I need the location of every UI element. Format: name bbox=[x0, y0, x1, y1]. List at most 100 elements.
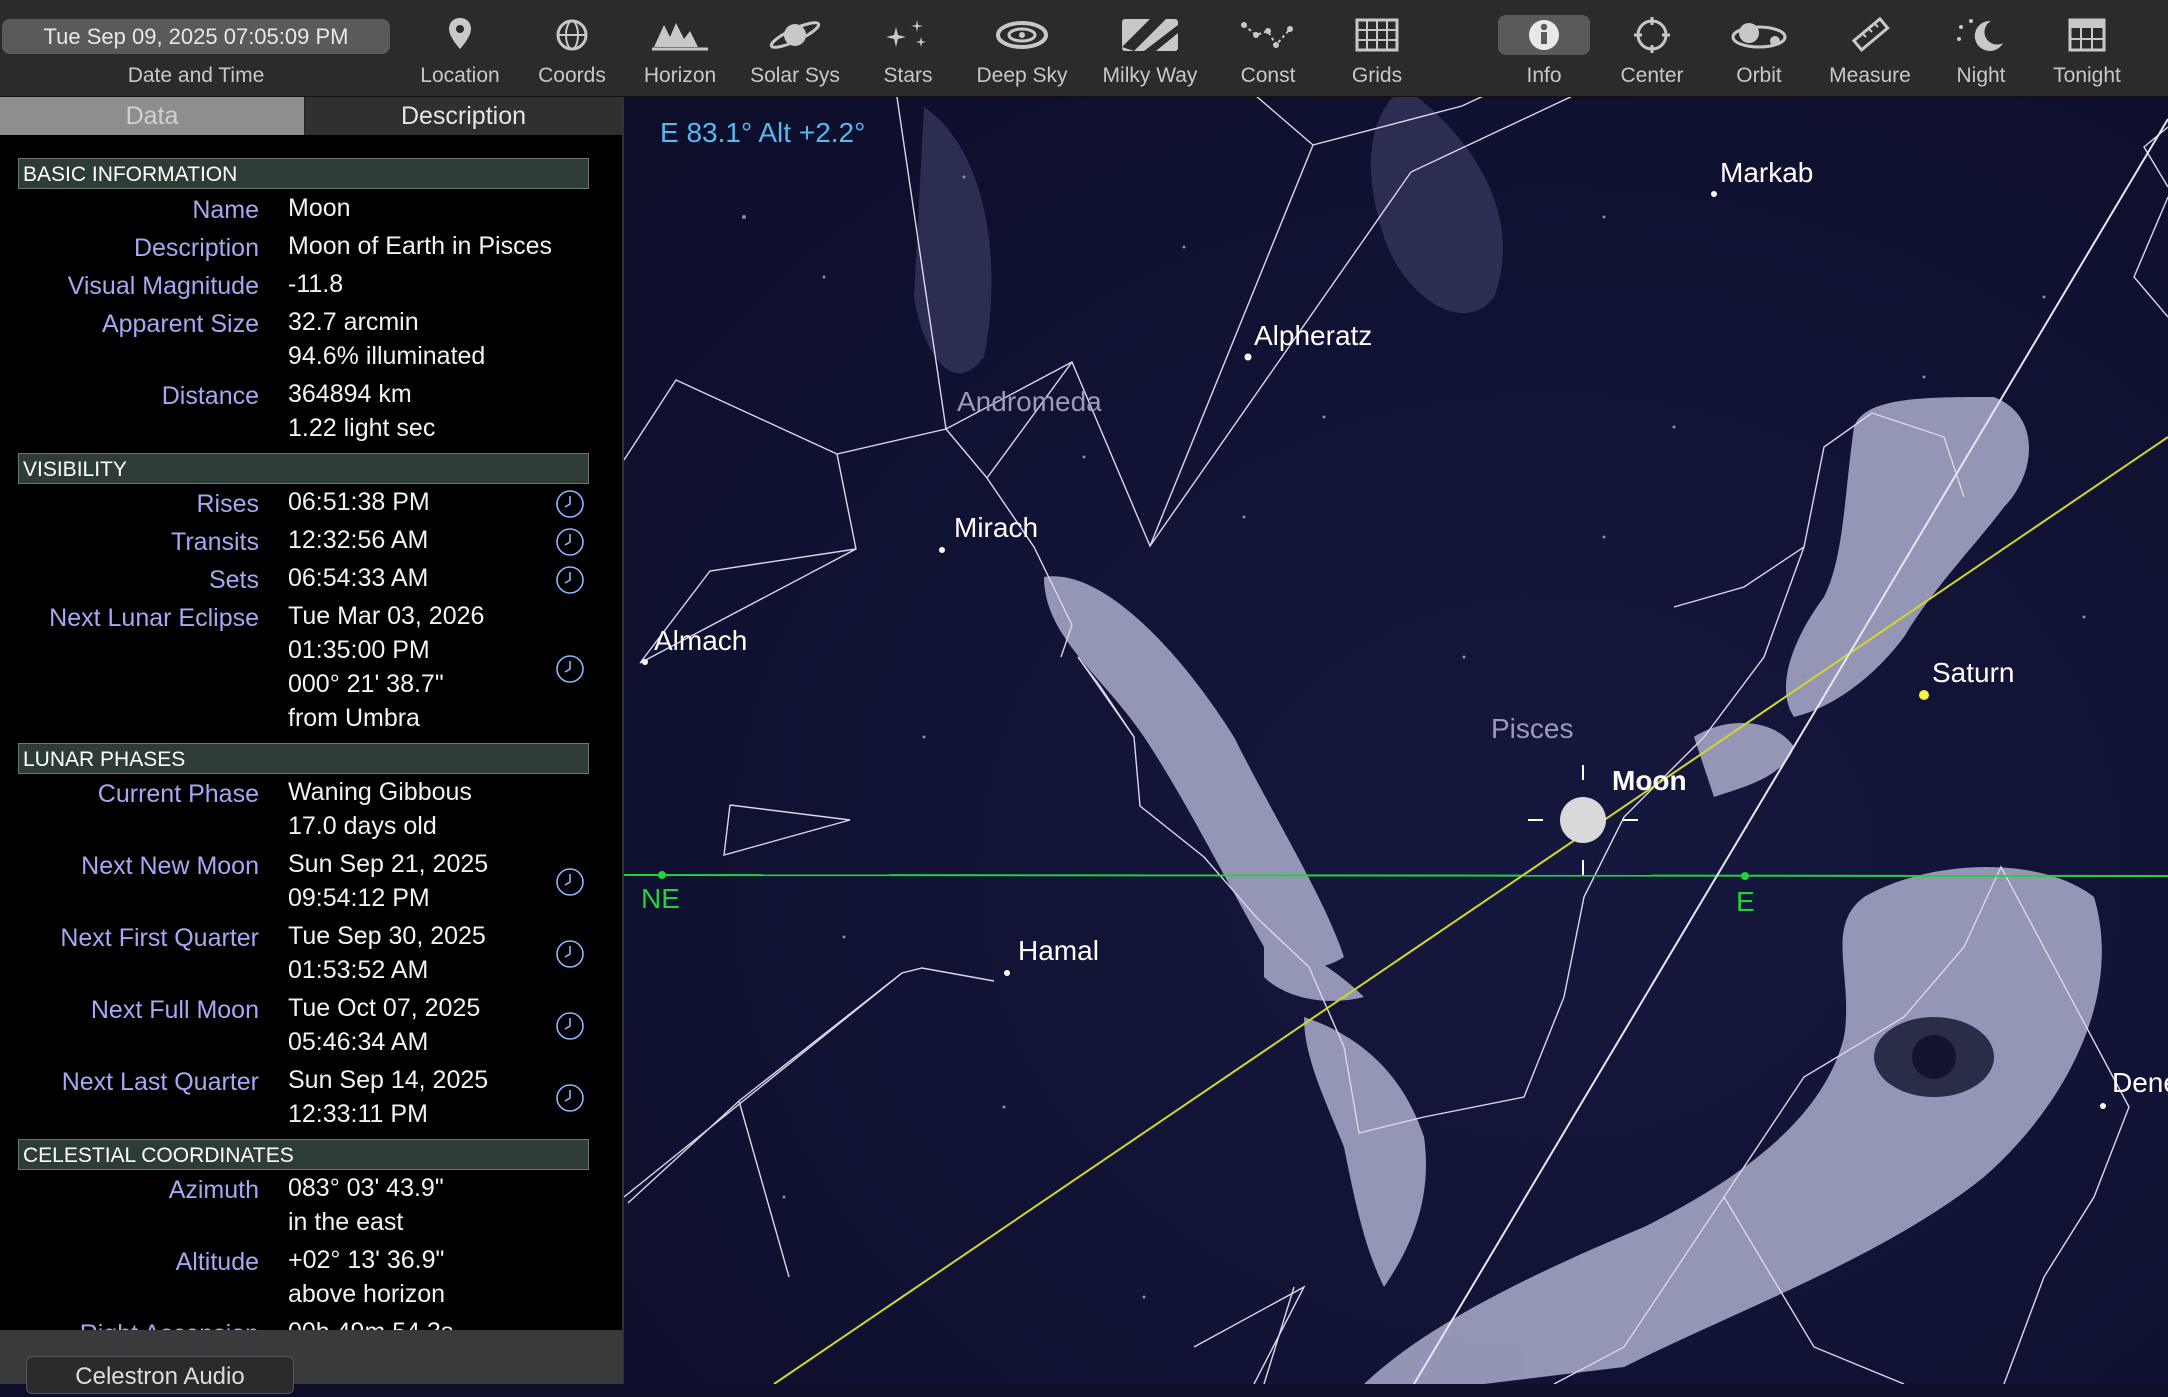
orbit-button[interactable]: Orbit bbox=[1699, 10, 1819, 88]
tab-description[interactable]: Description bbox=[305, 97, 622, 135]
celestron-audio-button[interactable]: Celestron Audio bbox=[26, 1356, 294, 1394]
center-label: Center bbox=[1620, 64, 1684, 87]
grids-label: Grids bbox=[1351, 64, 1403, 87]
coords-label: Coords bbox=[538, 64, 606, 87]
center-icon bbox=[1634, 17, 1670, 53]
star-label-markab[interactable]: Markab bbox=[1720, 157, 1813, 189]
date-time-field[interactable]: Tue Sep 09, 2025 07:05:09 PM bbox=[2, 19, 390, 54]
section-lunar-phases: LUNAR PHASES bbox=[18, 743, 589, 774]
next-first-quarter-time: 01:53:52 AM bbox=[288, 956, 429, 984]
ruler-icon bbox=[1851, 16, 1890, 52]
description-value: Moon of Earth in Pisces bbox=[288, 232, 553, 260]
deep-sky-label: Deep Sky bbox=[976, 64, 1068, 87]
moon-label[interactable]: Moon bbox=[1612, 765, 1687, 797]
transits-label: Transits bbox=[171, 528, 259, 556]
star-label-almach[interactable]: Almach bbox=[654, 625, 747, 657]
rises-label: Rises bbox=[196, 490, 259, 518]
direction-label-e: E bbox=[1736, 886, 1755, 917]
azimuth-value: 083° 03' 43.9" bbox=[288, 1174, 444, 1202]
new-moon-clock-icon[interactable] bbox=[555, 867, 585, 897]
milky-way-icon bbox=[1122, 19, 1178, 51]
stars-button[interactable]: Stars bbox=[848, 10, 968, 88]
horizon-label: Horizon bbox=[643, 64, 717, 87]
location-pin-icon bbox=[449, 18, 471, 49]
azimuth-label: Azimuth bbox=[168, 1176, 259, 1204]
eclipse-clock-icon[interactable] bbox=[555, 654, 585, 684]
azimuth-direction: in the east bbox=[288, 1208, 404, 1236]
horizon-line bbox=[624, 874, 2168, 877]
sets-clock-icon[interactable] bbox=[555, 565, 585, 595]
rises-clock-icon[interactable] bbox=[555, 489, 585, 519]
planet-label-saturn[interactable]: Saturn bbox=[1932, 657, 2015, 689]
grids-button[interactable]: Grids bbox=[1317, 10, 1437, 88]
next-last-quarter-date: Sun Sep 14, 2025 bbox=[288, 1066, 489, 1094]
distance-km-value: 364894 km bbox=[288, 380, 412, 408]
night-label: Night bbox=[1956, 64, 2006, 87]
deep-sky-button[interactable]: Deep Sky bbox=[962, 10, 1082, 88]
next-full-moon-label: Next Full Moon bbox=[90, 996, 259, 1024]
star-label-mirach[interactable]: Mirach bbox=[954, 512, 1038, 544]
tonight-label: Tonight bbox=[2053, 64, 2121, 87]
phase-age-value: 17.0 days old bbox=[288, 812, 437, 840]
milky-way-label: Milky Way bbox=[1102, 64, 1198, 87]
constellations-button[interactable]: Const bbox=[1208, 10, 1328, 88]
next-first-quarter-label: Next First Quarter bbox=[60, 924, 259, 952]
section-celestial-coordinates: CELESTIAL COORDINATES bbox=[18, 1139, 589, 1170]
sky-view[interactable]: E 83.1° Alt +2.2° Markab Alpheratz Mirac… bbox=[624, 97, 2168, 1384]
info-button[interactable]: Info bbox=[1484, 10, 1604, 88]
constellation-icon bbox=[1241, 22, 1293, 48]
star-label-alpheratz[interactable]: Alpheratz bbox=[1254, 320, 1372, 352]
e-marker bbox=[1741, 872, 1749, 880]
magnitude-label: Visual Magnitude bbox=[67, 272, 259, 300]
transits-clock-icon[interactable] bbox=[555, 527, 585, 557]
ne-marker bbox=[658, 871, 666, 879]
description-label: Description bbox=[133, 234, 259, 262]
next-new-moon-label: Next New Moon bbox=[81, 852, 259, 880]
milky-way-button[interactable]: Milky Way bbox=[1090, 10, 1210, 88]
eclipse-time-value: 01:35:00 PM bbox=[288, 636, 430, 664]
location-label: Location bbox=[420, 64, 500, 87]
star-label-deneb-kaitos[interactable]: Deneb Kaitos bbox=[2112, 1067, 2168, 1099]
measure-label: Measure bbox=[1829, 64, 1911, 87]
center-button[interactable]: Center bbox=[1592, 10, 1712, 88]
orbit-icon bbox=[1731, 23, 1787, 49]
altitude-status: above horizon bbox=[288, 1280, 446, 1308]
planet-icon bbox=[769, 21, 821, 49]
saturn-dot[interactable] bbox=[1919, 690, 1929, 700]
solar-system-button[interactable]: Solar Sys bbox=[735, 10, 855, 88]
next-new-moon-date: Sun Sep 21, 2025 bbox=[288, 850, 489, 878]
full-moon-clock-icon[interactable] bbox=[555, 1011, 585, 1041]
whale-eye-artwork bbox=[1874, 1017, 1994, 1097]
measure-button[interactable]: Measure bbox=[1810, 10, 1930, 88]
info-panel: Data Description BASIC INFORMATION Name … bbox=[0, 97, 624, 1384]
last-quarter-clock-icon[interactable] bbox=[555, 1083, 585, 1113]
rises-value: 06:51:38 PM bbox=[288, 488, 430, 516]
horizon-icon bbox=[652, 23, 708, 51]
location-button[interactable]: Location bbox=[400, 10, 520, 88]
tab-data[interactable]: Data bbox=[0, 97, 304, 135]
tonight-button[interactable]: Tonight bbox=[2027, 10, 2147, 88]
distance-label: Distance bbox=[161, 382, 259, 410]
magnitude-value: -11.8 bbox=[288, 270, 344, 298]
distance-light-value: 1.22 light sec bbox=[288, 414, 436, 442]
coords-button[interactable]: Coords bbox=[512, 10, 632, 88]
first-quarter-clock-icon[interactable] bbox=[555, 939, 585, 969]
constellation-label-andromeda: Andromeda bbox=[957, 386, 1102, 417]
altitude-label: Altitude bbox=[175, 1248, 259, 1276]
horizon-button[interactable]: Horizon bbox=[620, 10, 740, 88]
eclipse-umbra-value: from Umbra bbox=[288, 704, 420, 732]
star-label-hamal[interactable]: Hamal bbox=[1018, 935, 1099, 967]
night-button[interactable]: Night bbox=[1921, 10, 2041, 88]
eclipse-label: Next Lunar Eclipse bbox=[49, 604, 259, 632]
stars-label: Stars bbox=[883, 64, 933, 87]
moon-icon bbox=[1957, 19, 2003, 51]
current-phase-label: Current Phase bbox=[97, 780, 259, 808]
next-full-moon-time: 05:46:34 AM bbox=[288, 1028, 429, 1056]
section-visibility: VISIBILITY bbox=[18, 453, 589, 484]
apparent-size-label: Apparent Size bbox=[101, 310, 259, 338]
name-value: Moon bbox=[288, 194, 351, 222]
orbit-label: Orbit bbox=[1736, 64, 1782, 87]
solar-system-label: Solar Sys bbox=[750, 64, 840, 87]
sky-chart bbox=[624, 97, 2168, 1384]
sets-value: 06:54:33 AM bbox=[288, 564, 429, 592]
